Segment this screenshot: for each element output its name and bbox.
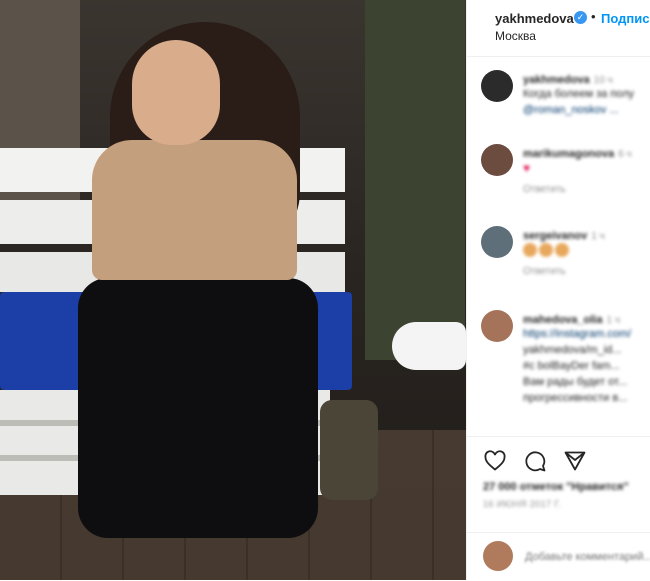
avatar <box>483 541 513 571</box>
person-top <box>92 140 297 280</box>
post-date[interactable]: 16 ИЮНЯ 2017 Г. <box>483 499 561 509</box>
avatar[interactable] <box>481 226 513 258</box>
smile-emoji-icon <box>555 243 569 258</box>
comment-text: прогрессивности в... <box>523 392 628 404</box>
person-legs <box>78 278 318 538</box>
smile-emoji-icon <box>539 243 553 258</box>
avatar[interactable] <box>481 144 513 176</box>
heart-icon[interactable] <box>483 449 507 473</box>
heart-emoji: ♥ <box>523 161 531 175</box>
add-comment-bar <box>467 532 650 581</box>
comment-username[interactable]: mahedova_olia <box>523 314 602 326</box>
location-link[interactable]: Москва <box>495 29 536 43</box>
likes-count[interactable]: 27 000 отметок "Нравится" <box>483 481 629 493</box>
person-face <box>132 40 220 145</box>
comment-text: yakhmedova/m_id... <box>523 344 622 356</box>
comment-text: Когда болеем за полу <box>523 88 635 100</box>
verified-badge-icon: ✓ <box>574 11 587 24</box>
reply-button[interactable]: Ответить <box>523 266 650 277</box>
post-actions: 27 000 отметок "Нравится" 16 ИЮНЯ 2017 Г… <box>467 436 650 533</box>
background-person <box>365 0 465 360</box>
reply-button[interactable]: Ответить <box>523 184 650 195</box>
comment-time: 1 ч <box>591 231 605 242</box>
comment-mention-link[interactable]: @roman_noskov ... <box>523 102 650 118</box>
comments-list[interactable]: yakhmedova 10 ч Когда болеем за полу @rom… <box>467 56 650 436</box>
comment-username[interactable]: yakhmedova <box>523 74 590 86</box>
avatar[interactable] <box>481 70 513 102</box>
comment-text: Вам рады будет от... <box>523 376 628 388</box>
post-sidebar: yakhmedova ✓ • Подпис Москва yakhmedova 1… <box>466 0 650 580</box>
sneaker <box>392 322 466 370</box>
separator-dot: • <box>591 9 596 24</box>
comment-time: 1 ч <box>606 315 621 326</box>
comment-emoji-text <box>523 242 650 258</box>
comment-text: #c bolBayDer fam... <box>523 360 620 372</box>
post-photo[interactable] <box>0 0 466 580</box>
comment-username[interactable]: marikumagonova <box>523 148 614 160</box>
comment-username[interactable]: sergeivanov <box>523 230 587 242</box>
comment-time: 6 ч <box>618 149 632 160</box>
smile-emoji-icon <box>523 243 537 258</box>
avatar[interactable] <box>481 310 513 342</box>
bag <box>320 400 378 500</box>
comment-icon[interactable] <box>523 449 547 473</box>
post-header: yakhmedova ✓ • Подпис Москва <box>467 0 650 57</box>
header-username[interactable]: yakhmedova <box>495 11 574 26</box>
share-icon[interactable] <box>563 449 587 473</box>
comment-input[interactable] <box>523 545 650 569</box>
comment-time: 10 ч <box>593 75 613 86</box>
follow-button[interactable]: Подпис <box>601 11 649 26</box>
comment-link[interactable]: https://instagram.com/ <box>523 326 650 342</box>
